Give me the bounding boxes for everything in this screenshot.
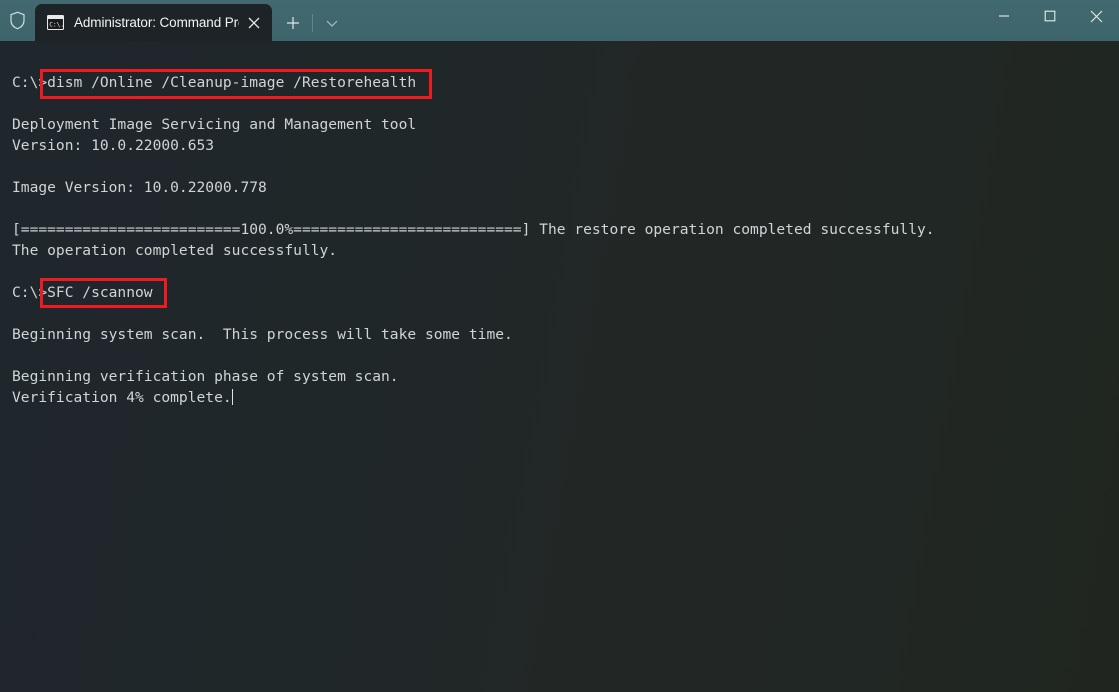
terminal-line-out2: Version: 10.0.22000.653 xyxy=(12,137,215,154)
close-button[interactable] xyxy=(1073,0,1119,32)
tabbar-actions xyxy=(276,4,349,41)
chevron-down-icon[interactable] xyxy=(315,8,349,38)
terminal-line-out6: Beginning verification phase of system s… xyxy=(12,368,399,385)
shield-icon xyxy=(0,0,35,41)
window-titlebar: C:\. Administrator: Command Pro xyxy=(0,0,1119,41)
new-tab-button[interactable] xyxy=(276,8,310,38)
terminal-line-out3: Image Version: 10.0.22000.778 xyxy=(12,179,267,196)
terminal-line-progress: [=========================100.0%========… xyxy=(12,221,935,238)
titlebar-drag-region xyxy=(349,0,981,41)
terminal-line-cmd2: C:\>SFC /scannow xyxy=(12,284,153,301)
maximize-button[interactable] xyxy=(1027,0,1073,32)
terminal-body[interactable]: C:\>dism /Online /Cleanup-image /Restore… xyxy=(0,41,1119,692)
terminal-line-cmd1: C:\>dism /Online /Cleanup-image /Restore… xyxy=(12,74,417,91)
window-controls xyxy=(981,0,1119,41)
tab-administrator-command-prompt[interactable]: C:\. Administrator: Command Pro xyxy=(35,4,272,41)
terminal-line-out4: The operation completed successfully. xyxy=(12,242,338,259)
command-prompt-window: C:\. Administrator: Command Pro C:\>dism… xyxy=(0,0,1119,692)
terminal-line-out7: Verification 4% complete. xyxy=(12,389,234,406)
terminal-line-out1: Deployment Image Servicing and Managemen… xyxy=(12,116,417,133)
tab-close-icon[interactable] xyxy=(239,8,269,38)
svg-text:C:\.: C:\. xyxy=(49,22,64,29)
terminal-output: C:\>dism /Online /Cleanup-image /Restore… xyxy=(0,41,1119,408)
tab-title: Administrator: Command Pro xyxy=(74,15,239,30)
minimize-button[interactable] xyxy=(981,0,1027,32)
command-prompt-icon: C:\. xyxy=(46,14,64,31)
terminal-line-out5: Beginning system scan. This process will… xyxy=(12,326,513,343)
tabbar-separator xyxy=(312,13,313,32)
terminal-cursor xyxy=(231,389,234,405)
